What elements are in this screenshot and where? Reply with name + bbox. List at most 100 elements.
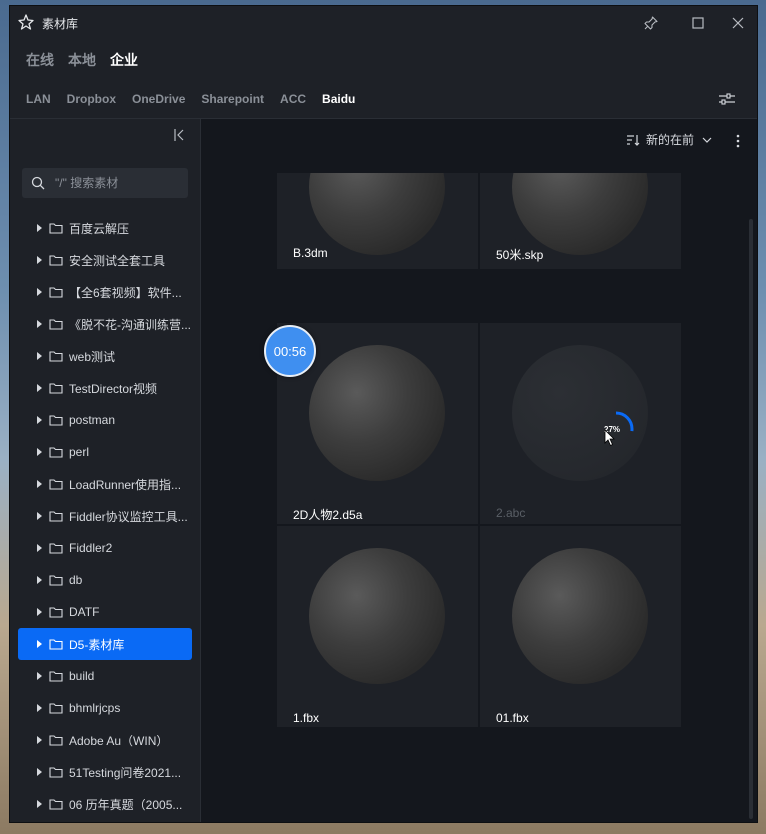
expand-caret-icon[interactable] (37, 416, 42, 424)
folder-icon (49, 767, 63, 778)
folder-icon (49, 383, 63, 394)
folder-item[interactable]: web测试 (18, 340, 192, 372)
folder-name: LoadRunner使用指... (69, 477, 182, 492)
folder-icon (49, 415, 63, 426)
asset-library-window: 素材库 在线 本地 企业 LAN Dropbox OneDrive Sharep (10, 6, 757, 822)
source-tabs: 在线 本地 企业 (26, 50, 138, 70)
recording-timer[interactable]: 00:56 (264, 325, 316, 377)
folder-icon (49, 447, 63, 458)
expand-caret-icon[interactable] (37, 800, 42, 808)
scrollbar[interactable] (749, 219, 753, 819)
asset-card[interactable]: 50米.skp (480, 173, 681, 269)
folder-item[interactable]: 06 历年真题（2005... (18, 788, 192, 820)
tab-enterprise[interactable]: 企业 (110, 50, 138, 70)
asset-name: B.3dm (293, 246, 328, 260)
expand-caret-icon[interactable] (37, 320, 42, 328)
folder-name: db (69, 573, 83, 587)
expand-caret-icon[interactable] (37, 256, 42, 264)
collapse-sidebar-icon[interactable] (172, 127, 188, 143)
expand-caret-icon[interactable] (37, 768, 42, 776)
asset-card[interactable]: 01.fbx (480, 526, 681, 727)
expand-caret-icon[interactable] (37, 480, 42, 488)
folder-item[interactable]: 安全测试全套工具 (18, 244, 192, 276)
folder-icon (49, 223, 63, 234)
folder-icon (49, 543, 63, 554)
asset-name: 01.fbx (496, 711, 529, 725)
asset-card[interactable]: B.3dm (277, 173, 478, 269)
folder-name: 【全6套视频】软件... (69, 285, 182, 300)
asset-thumbnail (309, 345, 445, 481)
tab-local[interactable]: 本地 (68, 50, 96, 70)
folder-icon (49, 639, 63, 650)
asset-card[interactable]: 27% 2.abc (480, 323, 681, 524)
sort-label: 新的在前 (646, 133, 695, 147)
expand-caret-icon[interactable] (37, 448, 42, 456)
folder-item[interactable]: TestDirector视频 (18, 372, 192, 404)
maximize-icon (692, 17, 704, 29)
tab-online[interactable]: 在线 (26, 50, 54, 70)
folder-name: D5-素材库 (69, 637, 125, 652)
tab-dropbox[interactable]: Dropbox (67, 92, 116, 106)
expand-caret-icon[interactable] (37, 384, 42, 392)
folder-item[interactable]: bhmlrjcps (18, 692, 192, 724)
expand-caret-icon[interactable] (37, 224, 42, 232)
folder-item[interactable]: build (18, 660, 192, 692)
folder-item[interactable]: DATF (18, 596, 192, 628)
folder-item[interactable]: 百度云解压 (18, 212, 192, 244)
folder-name: Fiddler2 (69, 541, 113, 555)
more-options-icon[interactable] (734, 133, 742, 149)
asset-thumbnail (309, 173, 445, 255)
search-input[interactable] (53, 175, 177, 191)
tab-acc[interactable]: ACC (280, 92, 306, 106)
tab-lan[interactable]: LAN (26, 92, 51, 106)
close-icon (732, 17, 744, 29)
folder-item[interactable]: LoadRunner使用指... (18, 468, 192, 500)
folder-icon (49, 671, 63, 682)
tab-onedrive[interactable]: OneDrive (132, 92, 185, 106)
folder-item[interactable]: perl (18, 436, 192, 468)
expand-caret-icon[interactable] (37, 512, 42, 520)
chevron-down-icon (702, 137, 712, 143)
asset-name: 1.fbx (293, 711, 320, 725)
asset-name: 50米.skp (496, 248, 544, 262)
expand-caret-icon[interactable] (37, 288, 42, 296)
expand-caret-icon[interactable] (37, 352, 42, 360)
folder-item[interactable]: 51Testing问卷2021... (18, 756, 192, 788)
folder-tree: 百度云解压 安全测试全套工具【全6套视频】软件... 《脱不花-沟通训练营... we… (18, 212, 192, 820)
expand-caret-icon[interactable] (37, 576, 42, 584)
tab-sharepoint[interactable]: Sharepoint (201, 92, 264, 106)
close-button[interactable] (727, 12, 749, 34)
filter-settings-icon[interactable] (716, 90, 738, 108)
folder-name: Fiddler协议监控工具... (69, 509, 188, 524)
folder-item[interactable]: postman (18, 404, 192, 436)
expand-caret-icon[interactable] (37, 608, 42, 616)
folder-name: 51Testing问卷2021... (69, 765, 182, 780)
asset-thumbnail (512, 173, 648, 255)
expand-caret-icon[interactable] (37, 544, 42, 552)
folder-item[interactable]: Fiddler2 (18, 532, 192, 564)
asset-card[interactable]: 1.fbx (277, 526, 478, 727)
folder-item[interactable]: 【全6套视频】软件... (18, 276, 192, 308)
pin-button[interactable] (640, 12, 662, 34)
folder-item[interactable]: db (18, 564, 192, 596)
expand-caret-icon[interactable] (37, 704, 42, 712)
asset-content-area: 新的在前 B.3dm 50米.skp 2D人物2.d5a 27% 2.abc 1.fbx 0… (201, 119, 757, 822)
folder-item[interactable]: D5-素材库 (18, 628, 192, 660)
folder-name: bhmlrjcps (69, 701, 121, 715)
tab-baidu[interactable]: Baidu (322, 92, 355, 106)
folder-icon (49, 255, 63, 266)
folder-icon (49, 575, 63, 586)
folder-icon (49, 799, 63, 810)
expand-caret-icon[interactable] (37, 736, 42, 744)
sort-dropdown[interactable]: 新的在前 (626, 131, 718, 148)
asset-thumbnail (309, 548, 445, 684)
folder-item[interactable]: Adobe Au（WIN） (18, 724, 192, 756)
app-logo-icon (18, 14, 34, 30)
expand-caret-icon[interactable] (37, 640, 42, 648)
maximize-button[interactable] (687, 12, 709, 34)
folder-name: TestDirector视频 (69, 381, 158, 396)
expand-caret-icon[interactable] (37, 672, 42, 680)
title-bar: 素材库 (10, 6, 757, 40)
folder-item[interactable]: 《脱不花-沟通训练营... (18, 308, 192, 340)
folder-item[interactable]: Fiddler协议监控工具... (18, 500, 192, 532)
